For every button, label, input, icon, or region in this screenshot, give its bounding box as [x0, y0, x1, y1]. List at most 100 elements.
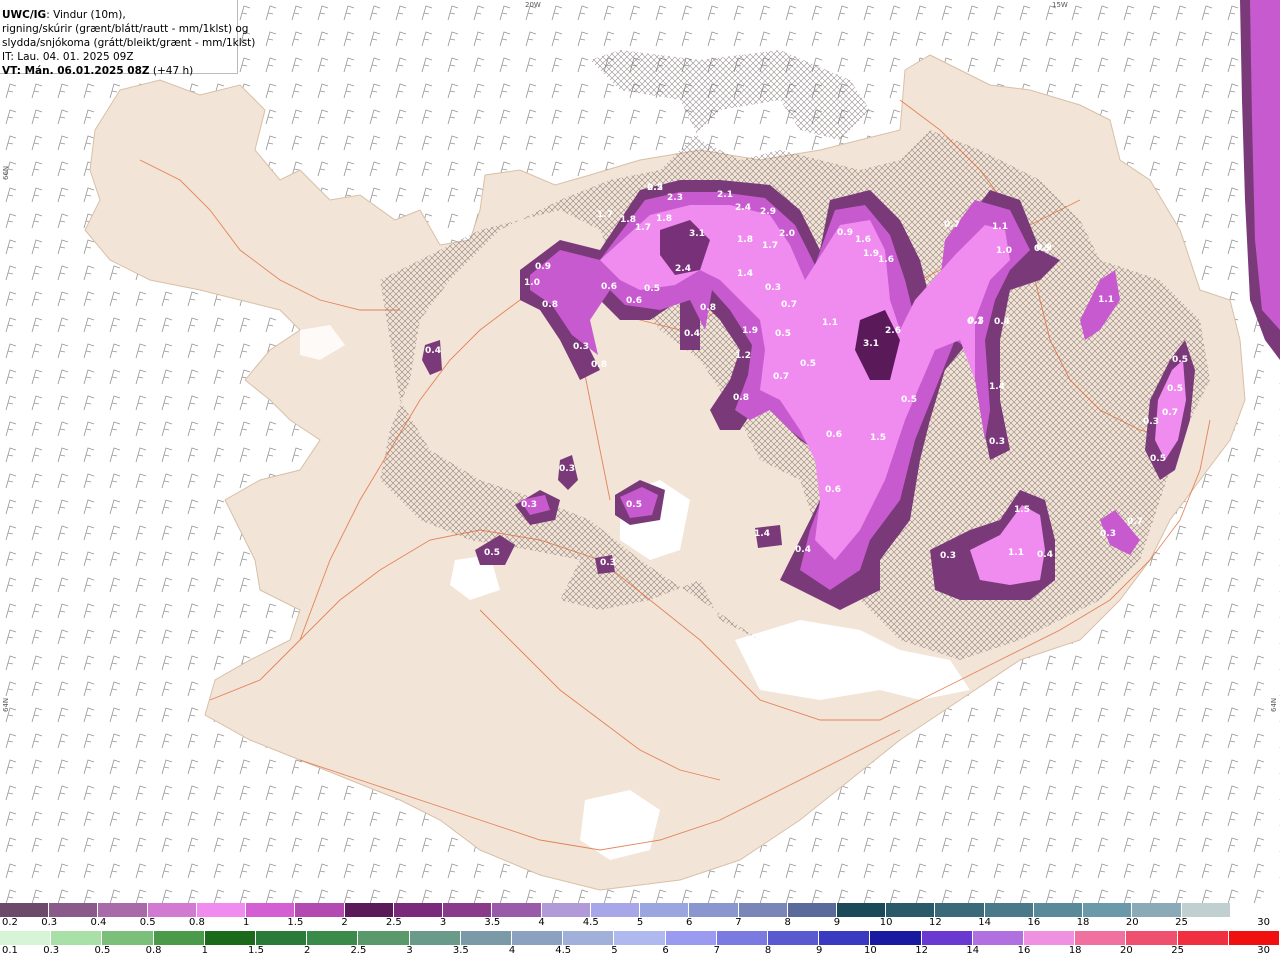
rain-legend-swatch — [0, 931, 52, 945]
precip-value-label: 0.5 — [647, 183, 663, 193]
snow-legend-tick: 0.4 — [90, 917, 107, 928]
rain-legend-swatch — [153, 931, 205, 945]
precip-value-label: 1.9 — [863, 249, 879, 259]
snow-legend-tick: 0.2 — [2, 917, 18, 928]
precip-value-label: 0.4 — [684, 329, 700, 339]
precip-value-label: 1.6 — [855, 235, 871, 245]
header-line-3: slydda/snjókoma (grátt/bleikt/grænt - mm… — [2, 37, 256, 49]
rain-legend-ticks: 0.1 0.3 0.5 0.8 1 1.5 2 2.5 3 3.5 4 4.5 5 6 7 8 9 10 12 14 1… — [0, 945, 1280, 959]
precip-value-label: 1.8 — [620, 215, 636, 225]
snow-legend-tick: 3 — [439, 917, 447, 928]
snow-legend-swatch — [787, 903, 837, 917]
snow-legend-swatch — [49, 903, 99, 917]
precip-value-label: 2.1 — [717, 190, 733, 200]
precip-value-label: 0.5 — [1172, 355, 1188, 365]
snow-legend-tick: 6 — [686, 917, 693, 928]
snow-legend-tick: 16 — [1027, 917, 1041, 928]
precip-value-label: 1.1 — [992, 222, 1008, 232]
lat-label-66n: 66N — [2, 165, 10, 180]
precip-value-label: 0.3 — [559, 464, 575, 474]
rain-legend-swatch — [768, 931, 820, 945]
rain-legend-swatch — [1126, 931, 1178, 945]
precip-value-label: 0.5 — [775, 329, 791, 339]
precip-value-label: 0.6 — [601, 282, 617, 292]
rain-legend-tick: 7 — [713, 945, 720, 956]
precip-value-label: 0.5 — [644, 284, 660, 294]
snow-legend-swatch — [689, 903, 739, 917]
precip-value-label: 0.4 — [1037, 550, 1053, 560]
precip-value-label: 0.6 — [826, 430, 842, 440]
snow-legend-swatch — [1181, 903, 1231, 917]
precip-value-label: 1.0 — [524, 278, 540, 288]
snow-legend-tick: 4.5 — [582, 917, 599, 928]
rain-legend-tick: 1 — [201, 945, 208, 956]
snow-legend-tick: 18 — [1076, 917, 1090, 928]
rain-legend-tick: 30 — [1257, 945, 1270, 956]
rain-legend-swatch — [563, 931, 615, 945]
snow-legend-swatch — [640, 903, 690, 917]
rain-legend-swatch — [972, 931, 1025, 945]
rain-legend-tick: 12 — [915, 945, 928, 956]
snow-legend-swatch — [0, 903, 50, 917]
precip-value-label: 1.1 — [1008, 548, 1024, 558]
rain-legend-swatch — [870, 931, 922, 945]
snow-legend-swatch — [836, 903, 887, 917]
rain-legend-swatch — [307, 931, 359, 945]
precip-value-label: 0.5 — [1167, 384, 1183, 394]
precip-value-label: 2.6 — [885, 326, 901, 336]
precip-value-label: 0.9 — [837, 228, 853, 238]
rain-legend-swatch — [665, 931, 717, 945]
snow-legend-swatches — [0, 903, 1280, 917]
rain-legend-tick: 1.5 — [248, 945, 264, 956]
precip-value-label: 0.9 — [1036, 243, 1052, 253]
snow-legend-swatch — [935, 903, 985, 917]
rain-legend-tick: 6 — [662, 945, 669, 956]
precip-value-label: 0.5 — [901, 395, 917, 405]
header-line-1: : Vindur (10m), — [46, 9, 126, 21]
snow-legend-swatch — [443, 903, 493, 917]
precip-value-label: 0.3 — [521, 500, 537, 510]
rain-legend-swatch — [1024, 931, 1076, 945]
precip-value-label: 1.4 — [989, 382, 1005, 392]
snow-legend-swatch — [196, 903, 247, 917]
precip-value-label: 2.9 — [760, 207, 776, 217]
snow-legend-tick: 8 — [784, 917, 791, 928]
rain-legend-tick: 5 — [611, 945, 618, 956]
precip-value-label: 2.3 — [667, 193, 683, 203]
precip-value-label: 0.7 — [944, 220, 960, 230]
precip-value-label: 1.1 — [822, 318, 838, 328]
snow-legend: 0.2 0.3 0.4 0.5 0.8 1 1.5 2 2.5 3 3.5 4 4.5 5 6 7 8 9 10 12… — [0, 903, 1280, 931]
lat-label-64n-right: 64N — [1270, 697, 1278, 712]
precip-value-label: 2.4 — [735, 203, 751, 213]
snow-legend-tick: 10 — [879, 917, 893, 928]
snow-legend-tick: 14 — [978, 917, 991, 928]
precip-value-label: 1.8 — [737, 235, 753, 245]
snow-legend-tick: 20 — [1125, 917, 1139, 928]
rain-legend-tick: 0.1 — [2, 945, 18, 956]
rain-legend-tick: 20 — [1120, 945, 1133, 956]
precip-value-label: 0.8 — [542, 300, 558, 310]
rain-legend-tick: 2.5 — [350, 945, 367, 956]
precip-value-label: 0.3 — [940, 551, 956, 561]
forecast-hour: (+47 h) — [149, 65, 194, 77]
snow-legend-tick: 1.5 — [287, 917, 304, 928]
valid-time: VT: Mán. 06.01.2025 08Z — [2, 65, 150, 77]
rain-legend-tick: 14 — [966, 945, 980, 956]
snow-legend-swatch — [1083, 903, 1133, 917]
snow-legend-swatch — [344, 903, 394, 917]
snow-legend-tick: 2 — [341, 917, 348, 928]
snow-legend-swatch — [590, 903, 641, 917]
rain-legend-tick: 0.8 — [145, 945, 162, 956]
model-name: UWC/IG — [2, 9, 47, 21]
precip-value-label: 0.7 — [1127, 517, 1143, 527]
precip-value-label: 1.7 — [597, 210, 613, 220]
rain-legend-swatch — [51, 931, 103, 945]
rain-legend-swatch — [358, 931, 410, 945]
precip-value-label: 0.4 — [425, 346, 441, 356]
header-line-2: rigning/skúrir (grænt/blátt/rautt - mm/1… — [2, 23, 249, 35]
lat-label-64n-left: 64N — [2, 697, 10, 712]
precip-value-label: 0.3 — [989, 437, 1005, 447]
snow-legend-swatch — [886, 903, 936, 917]
lon-label-15w: 15W — [1052, 1, 1068, 9]
precip-value-label: 0.8 — [591, 360, 607, 370]
